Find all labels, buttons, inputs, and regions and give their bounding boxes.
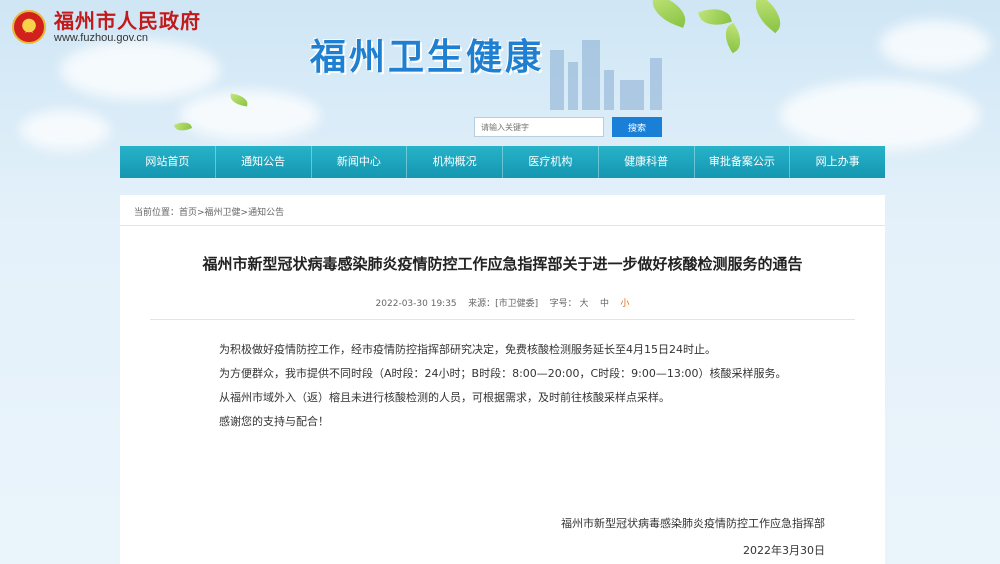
nav-approval[interactable]: 审批备案公示 [695, 146, 791, 178]
nav-about[interactable]: 机构概况 [407, 146, 503, 178]
nav-notices[interactable]: 通知公告 [216, 146, 312, 178]
article-title: 福州市新型冠状病毒感染肺炎疫情防控工作应急指挥部关于进一步做好核酸检测服务的通告 [202, 255, 803, 273]
nav-news[interactable]: 新闻中心 [312, 146, 408, 178]
main-nav: 网站首页 通知公告 新闻中心 机构概况 医疗机构 健康科普 审批备案公示 网上办… [120, 146, 885, 178]
nav-medical[interactable]: 医疗机构 [503, 146, 599, 178]
sign-date: 2022年3月30日 [743, 544, 825, 557]
gov-url: www.fuzhou.gov.cn [54, 32, 148, 44]
search-button[interactable]: 搜索 [612, 117, 662, 137]
gov-name: 福州市人民政府 [54, 9, 201, 33]
article-source: 来源：[市卫健委] [468, 299, 539, 309]
font-size-large[interactable]: 大 [579, 299, 588, 309]
paragraph: 为积极做好疫情防控工作，经市疫情防控指挥部研究决定，免费核酸检测服务延长至4月1… [219, 343, 716, 356]
signature: 福州市新型冠状病毒感染肺炎疫情防控工作应急指挥部 [561, 517, 825, 530]
breadcrumb-path[interactable]: 首页>福州卫健>通知公告 [179, 208, 284, 218]
gov-logo[interactable]: ★ 福州市人民政府 www.fuzhou.gov.cn [12, 10, 201, 44]
divider [150, 319, 855, 320]
paragraph: 为方便群众，我市提供不同时段（A时段：24小时；B时段：8:00—20:00，C… [219, 367, 787, 380]
font-size-label: 字号： [549, 299, 577, 309]
font-size-medium[interactable]: 中 [600, 299, 609, 309]
breadcrumb-prefix: 当前位置： [134, 208, 180, 218]
breadcrumb: 当前位置：首页>福州卫健>通知公告 [134, 205, 284, 218]
article-body: 为积极做好疫情防控工作，经市疫情防控指挥部研究决定，免费核酸检测服务延长至4月1… [175, 338, 835, 434]
font-size-small[interactable]: 小 [620, 299, 629, 309]
nav-health[interactable]: 健康科普 [599, 146, 695, 178]
site-title: 福州卫生健康 [310, 37, 545, 78]
search-bar: 搜索 [474, 117, 662, 137]
national-emblem-icon: ★ [12, 10, 46, 44]
paragraph: 从福州市域外入（返）榕且未进行核酸检测的人员，可根据需求，及时前往核酸采样点采样… [219, 391, 670, 404]
paragraph: 感谢您的支持与配合！ [219, 415, 329, 428]
article-meta: 2022-03-30 19:35 来源：[市卫健委] 字号： 大 中 小 [120, 296, 885, 309]
article-date: 2022-03-30 19:35 [375, 299, 457, 309]
signature-block: 福州市新型冠状病毒感染肺炎疫情防控工作应急指挥部 2022年3月30日 [561, 510, 825, 564]
search-input[interactable] [474, 117, 604, 137]
nav-services[interactable]: 网上办事 [790, 146, 885, 178]
content-panel: 当前位置：首页>福州卫健>通知公告 福州市新型冠状病毒感染肺炎疫情防控工作应急指… [120, 195, 885, 564]
nav-home[interactable]: 网站首页 [120, 146, 216, 178]
divider [120, 225, 885, 226]
